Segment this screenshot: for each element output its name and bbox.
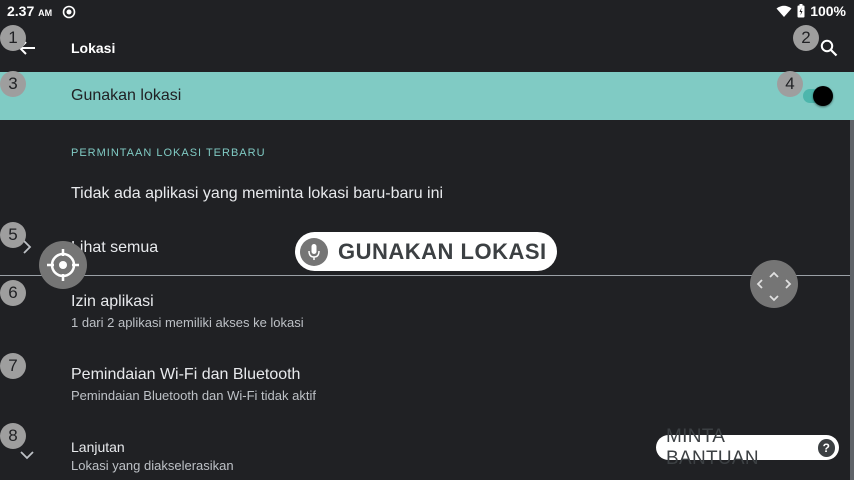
scrollbar[interactable] xyxy=(850,120,854,480)
dpad-arrows-icon xyxy=(756,271,792,302)
recent-requests-header: PERMINTAAN LOKASI TERBARU xyxy=(71,147,266,159)
help-text: MINTA BANTUAN xyxy=(666,425,759,469)
advanced-subtitle: Lokasi yang diakselerasikan xyxy=(71,458,234,473)
app-permissions-subtitle: 1 dari 2 aplikasi memiliki akses ke loka… xyxy=(71,315,304,330)
status-right-group: 100% xyxy=(776,3,846,19)
status-time: 2.37 AM xyxy=(7,3,52,19)
overlay-badge: 1 xyxy=(0,25,26,51)
no-recent-requests-text: Tidak ada aplikasi yang meminta lokasi b… xyxy=(71,185,444,202)
crosshair-icon xyxy=(47,249,79,281)
overlay-badge: 5 xyxy=(0,222,26,248)
voice-command-text: GUNAKAN LOKASI xyxy=(338,238,547,264)
wifi-icon xyxy=(776,5,792,17)
wifi-bluetooth-scanning-title[interactable]: Pemindaian Wi-Fi dan Bluetooth xyxy=(71,366,300,384)
battery-percent: 100% xyxy=(810,3,846,19)
search-icon[interactable] xyxy=(820,39,838,57)
app-permissions-title[interactable]: Izin aplikasi xyxy=(71,293,154,311)
status-bar: 2.37 AM 100% xyxy=(0,0,854,24)
use-location-label: Gunakan lokasi xyxy=(71,87,182,104)
dpad-button[interactable] xyxy=(750,260,798,308)
mic-icon xyxy=(300,237,328,266)
advanced-title[interactable]: Lanjutan xyxy=(71,439,125,455)
sync-icon xyxy=(62,5,76,19)
crosshair-button[interactable] xyxy=(39,241,87,289)
overlay-badge: 2 xyxy=(793,25,819,51)
overlay-badge: 7 xyxy=(0,353,26,379)
help-chip[interactable]: MINTA BANTUAN ? xyxy=(656,426,839,469)
divider xyxy=(0,275,854,276)
overlay-badge: 4 xyxy=(777,71,803,97)
status-time-ampm: AM xyxy=(38,8,53,18)
battery-icon xyxy=(797,4,805,18)
chevron-down-icon[interactable] xyxy=(20,450,34,460)
help-icon: ? xyxy=(817,438,835,457)
wifi-bluetooth-scanning-subtitle: Pemindaian Bluetooth dan Wi-Fi tidak akt… xyxy=(71,388,316,403)
overlay-badge: 3 xyxy=(0,71,26,97)
status-time-value: 2.37 xyxy=(7,3,35,19)
overlay-badge: 8 xyxy=(0,423,26,449)
use-location-switch-thumb[interactable] xyxy=(813,86,833,106)
overlay-badge: 6 xyxy=(0,280,26,306)
voice-command-chip[interactable]: GUNAKAN LOKASI xyxy=(295,232,557,271)
page-title: Lokasi xyxy=(71,40,116,56)
